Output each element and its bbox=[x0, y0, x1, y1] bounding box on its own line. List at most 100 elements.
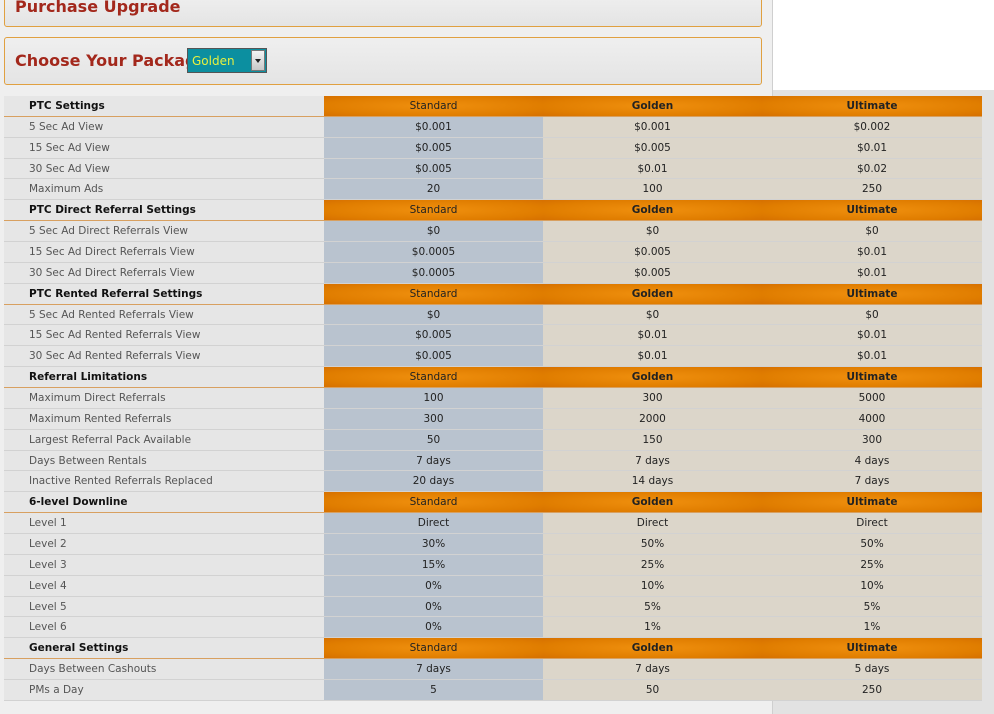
table-row: Level 4 0% 10% 10% bbox=[4, 575, 982, 597]
table-row: 5 Sec Ad Rented Referrals View $0 $0 $0 bbox=[4, 304, 982, 326]
row-label: Level 2 bbox=[4, 534, 324, 554]
cell-golden: $0.001 bbox=[543, 116, 762, 137]
row-label: 5 Sec Ad View bbox=[4, 116, 324, 137]
row-label: Level 6 bbox=[4, 617, 324, 638]
table-row: Level 1 Direct Direct Direct bbox=[4, 513, 982, 535]
cell-golden: 2000 bbox=[543, 408, 762, 429]
cell-ultimate: 250 bbox=[762, 179, 982, 200]
row-label: Days Between Rentals bbox=[4, 450, 324, 471]
cell-ultimate: 4 days bbox=[762, 450, 982, 471]
cell-golden: 50 bbox=[543, 680, 762, 700]
cell-golden: $0 bbox=[543, 304, 762, 325]
row-label: PMs a Day bbox=[4, 680, 324, 700]
cell-standard: 50 bbox=[324, 429, 543, 450]
column-header-ultimate: Ultimate bbox=[762, 492, 982, 513]
cell-standard: 7 days bbox=[324, 450, 543, 471]
section-title: PTC Settings bbox=[4, 96, 324, 116]
column-header-ultimate: Ultimate bbox=[762, 367, 982, 388]
column-header-golden: Golden bbox=[543, 492, 762, 513]
table-row: PMs a Day 5 50 250 bbox=[4, 680, 982, 701]
cell-ultimate: 4000 bbox=[762, 408, 982, 429]
cell-ultimate: 5 days bbox=[762, 659, 982, 680]
cell-ultimate: 5% bbox=[762, 596, 982, 617]
table-row: Level 2 30% 50% 50% bbox=[4, 534, 982, 555]
cell-ultimate: $0.01 bbox=[762, 242, 982, 262]
cell-standard: $0.005 bbox=[324, 137, 543, 158]
cell-standard: 0% bbox=[324, 596, 543, 617]
row-label: Largest Referral Pack Available bbox=[4, 429, 324, 450]
cell-golden: 25% bbox=[543, 554, 762, 575]
row-label: 5 Sec Ad Rented Referrals View bbox=[4, 304, 324, 325]
cell-ultimate: 25% bbox=[762, 554, 982, 575]
cell-golden: 100 bbox=[543, 179, 762, 200]
table-row: Days Between Cashouts 7 days 7 days 5 days bbox=[4, 659, 982, 681]
row-label: Level 1 bbox=[4, 513, 324, 534]
table-row: 15 Sec Ad Rented Referrals View $0.005 $0.… bbox=[4, 325, 982, 347]
cell-standard: $0.005 bbox=[324, 158, 543, 179]
cell-standard: 7 days bbox=[324, 659, 543, 680]
cell-golden: $0.01 bbox=[543, 346, 762, 367]
column-header-golden: Golden bbox=[543, 200, 762, 221]
column-header-standard: Standard bbox=[324, 283, 543, 304]
cell-ultimate: Direct bbox=[762, 513, 982, 534]
section-title: General Settings bbox=[4, 638, 324, 659]
cell-golden: 14 days bbox=[543, 471, 762, 492]
column-header-standard: Standard bbox=[324, 638, 543, 659]
cell-golden: 1% bbox=[543, 617, 762, 638]
cell-ultimate: 300 bbox=[762, 429, 982, 450]
cell-ultimate: 50% bbox=[762, 534, 982, 554]
cell-ultimate: $0.002 bbox=[762, 116, 982, 137]
package-select[interactable]: Golden bbox=[187, 48, 267, 73]
cell-golden: $0.01 bbox=[543, 325, 762, 346]
table-row: Inactive Rented Referrals Replaced 20 day… bbox=[4, 471, 982, 493]
table-row: Days Between Rentals 7 days 7 days 4 days bbox=[4, 450, 982, 472]
column-header-standard: Standard bbox=[324, 96, 543, 116]
row-label: Maximum Ads bbox=[4, 179, 324, 200]
cell-golden: 7 days bbox=[543, 659, 762, 680]
chevron-down-icon[interactable] bbox=[251, 50, 265, 71]
sidebar-blank-area bbox=[773, 0, 994, 90]
row-label: Days Between Cashouts bbox=[4, 659, 324, 680]
cell-standard: 300 bbox=[324, 408, 543, 429]
row-label: Level 5 bbox=[4, 596, 324, 617]
row-label: 15 Sec Ad Direct Referrals View bbox=[4, 242, 324, 262]
cell-golden: 7 days bbox=[543, 450, 762, 471]
column-header-ultimate: Ultimate bbox=[762, 200, 982, 221]
column-header-ultimate: Ultimate bbox=[762, 96, 982, 116]
cell-golden: 5% bbox=[543, 596, 762, 617]
cell-standard: $0.005 bbox=[324, 346, 543, 367]
table-row: 30 Sec Ad Direct Referrals View $0.0005 $0… bbox=[4, 262, 982, 284]
table-row: Level 5 0% 5% 5% bbox=[4, 596, 982, 618]
table-row: Level 6 0% 1% 1% bbox=[4, 617, 982, 639]
cell-standard: 100 bbox=[324, 388, 543, 408]
section-title: 6-level Downline bbox=[4, 492, 324, 513]
section-title: Referral Limitations bbox=[4, 367, 324, 388]
table-row: 5 Sec Ad Direct Referrals View $0 $0 $0 bbox=[4, 221, 982, 243]
column-header-golden: Golden bbox=[543, 367, 762, 388]
table-row: 15 Sec Ad Direct Referrals View $0.0005 $0… bbox=[4, 242, 982, 263]
table-row: Level 3 15% 25% 25% bbox=[4, 554, 982, 576]
column-header-golden: Golden bbox=[543, 638, 762, 659]
column-header-golden: Golden bbox=[543, 96, 762, 116]
cell-standard: 15% bbox=[324, 554, 543, 575]
table-row: 15 Sec Ad View $0.005 $0.005 $0.01 bbox=[4, 137, 982, 159]
table-row: 30 Sec Ad View $0.005 $0.01 $0.02 bbox=[4, 158, 982, 180]
cell-standard: $0 bbox=[324, 304, 543, 325]
choose-package-panel: Choose Your Package: Golden bbox=[4, 37, 762, 85]
cell-ultimate: $0 bbox=[762, 304, 982, 325]
section-header-row: PTC Settings Standard Golden Ultimate bbox=[4, 96, 982, 117]
column-header-ultimate: Ultimate bbox=[762, 283, 982, 304]
cell-standard: 0% bbox=[324, 575, 543, 596]
cell-golden: $0.005 bbox=[543, 262, 762, 283]
choose-package-label: Choose Your Package: bbox=[15, 51, 214, 70]
section-header-row: General Settings Standard Golden Ultimate bbox=[4, 638, 982, 660]
column-header-standard: Standard bbox=[324, 200, 543, 221]
column-header-ultimate: Ultimate bbox=[762, 638, 982, 659]
row-label: Level 4 bbox=[4, 575, 324, 596]
row-label: 15 Sec Ad View bbox=[4, 137, 324, 158]
page-title: Purchase Upgrade bbox=[15, 0, 181, 16]
section-header-row: 6-level Downline Standard Golden Ultimate bbox=[4, 492, 982, 514]
cell-ultimate: 5000 bbox=[762, 388, 982, 408]
table-row: 30 Sec Ad Rented Referrals View $0.005 $0.… bbox=[4, 346, 982, 368]
cell-ultimate: 250 bbox=[762, 680, 982, 700]
